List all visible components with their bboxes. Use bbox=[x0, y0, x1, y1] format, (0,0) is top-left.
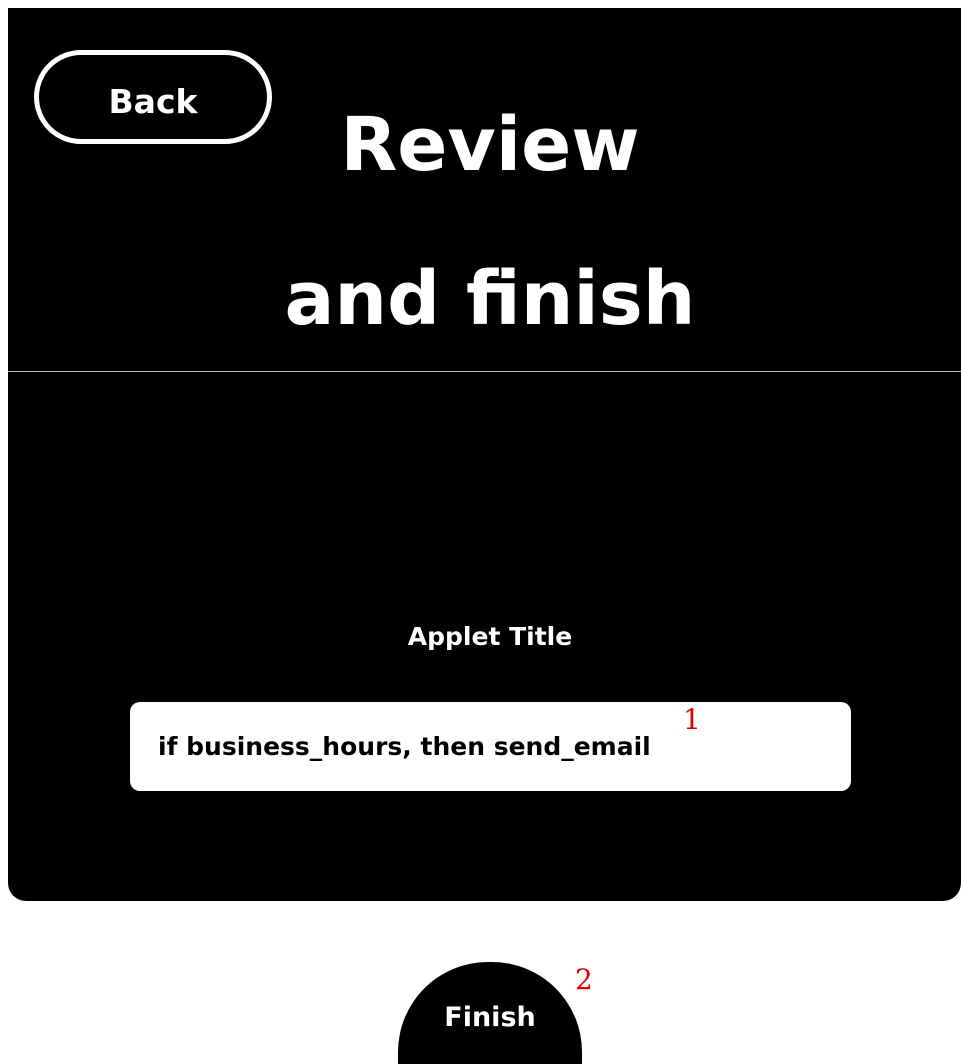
page-title-line-1: Review bbox=[340, 102, 640, 188]
applet-title-input[interactable] bbox=[130, 702, 851, 791]
marker-2: 2 bbox=[575, 963, 593, 996]
review-page: Back Review and finish Applet Title 1 Fi… bbox=[0, 0, 961, 1064]
page-title-line-2: and finish bbox=[284, 256, 696, 342]
marker-1: 1 bbox=[683, 703, 701, 736]
applet-title-label: Applet Title bbox=[407, 622, 573, 651]
finish-button[interactable]: Finish bbox=[398, 962, 582, 1064]
